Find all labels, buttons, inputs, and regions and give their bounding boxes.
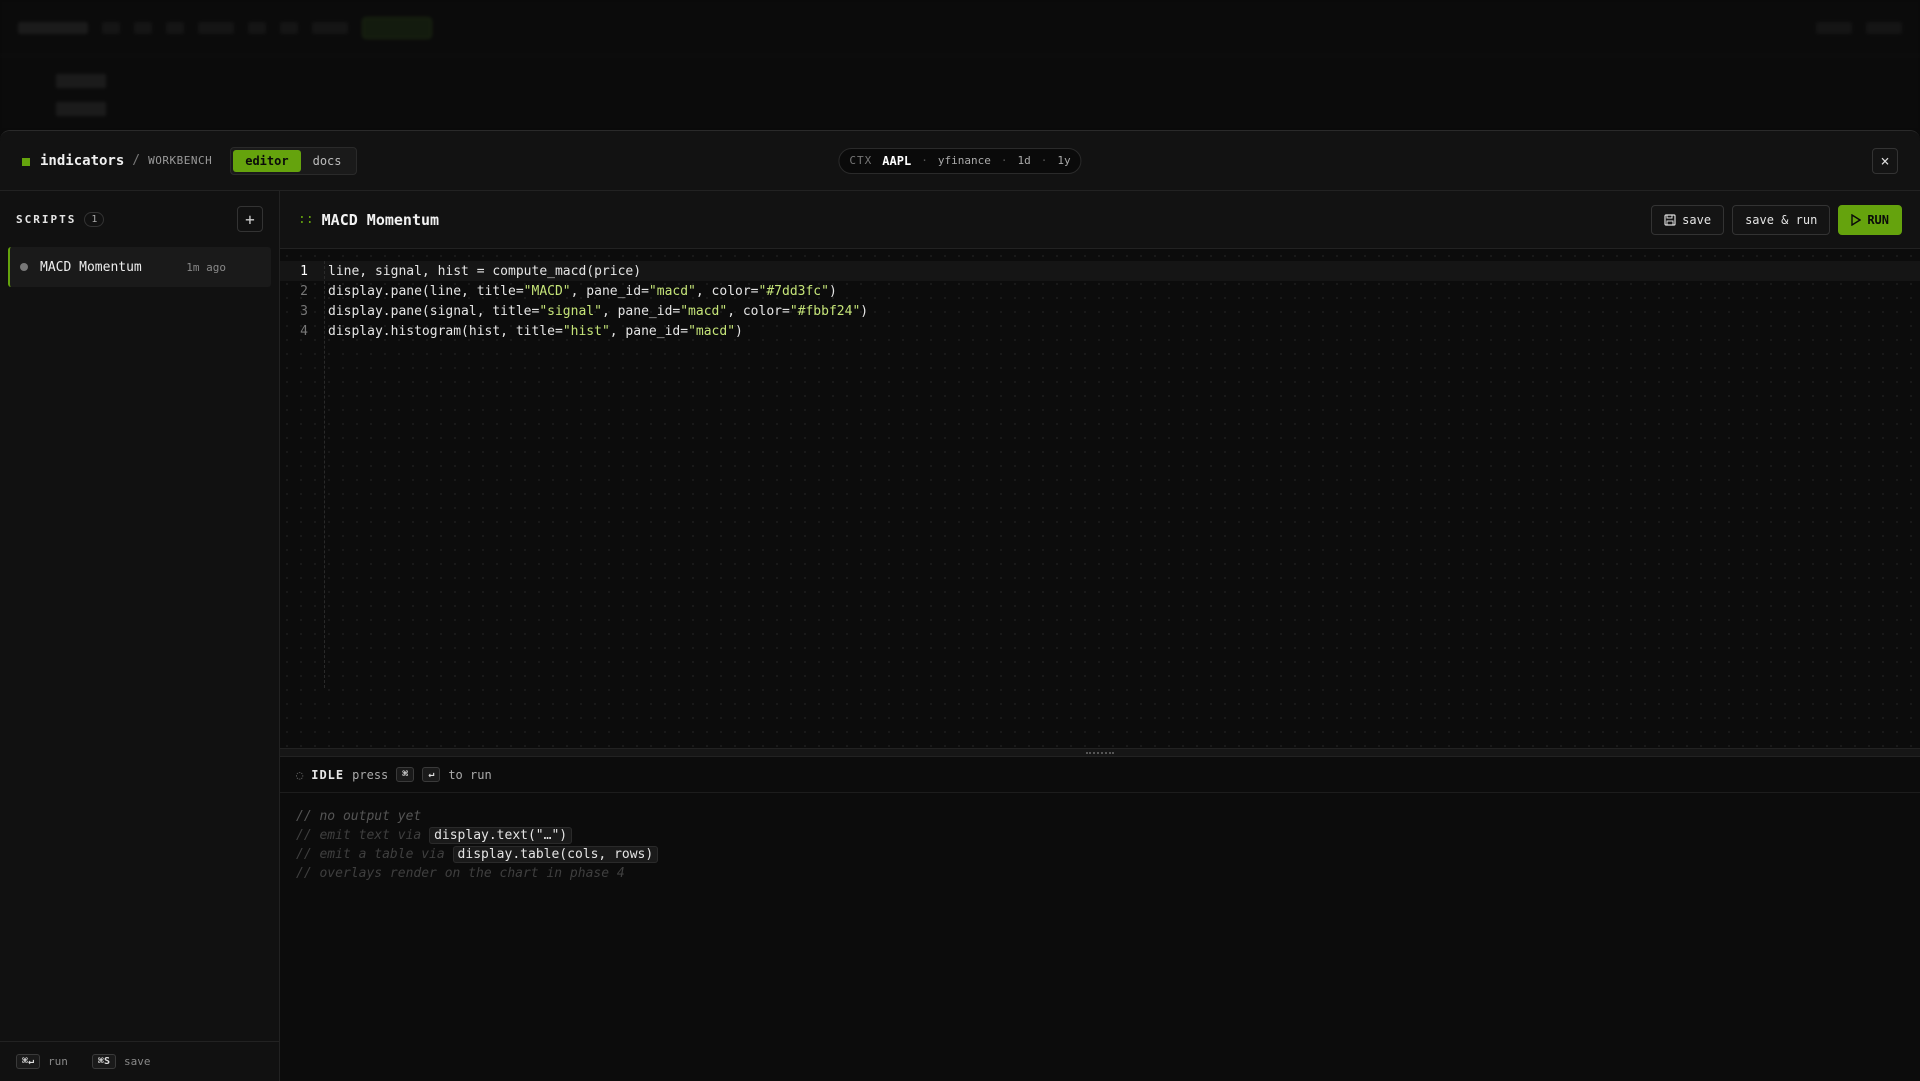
- panel-resize-handle[interactable]: [280, 749, 1920, 757]
- background-chip: [1816, 21, 1852, 34]
- script-name: MACD Momentum: [40, 259, 142, 275]
- modal-header: indicators / WORKBENCH editor docs CTX A…: [0, 131, 1920, 191]
- context-symbol: AAPL: [882, 153, 912, 168]
- background-chip: [280, 21, 298, 34]
- cmd-key: ⌘: [396, 767, 415, 782]
- console-line: // overlays render on the chart in phase…: [296, 866, 625, 881]
- console-line: // no output yet: [296, 809, 422, 824]
- code-line[interactable]: 2 display.pane(line, title="MACD", pane_…: [280, 281, 1920, 301]
- plus-icon: +: [245, 209, 255, 229]
- script-item[interactable]: MACD Momentum 1m ago: [8, 247, 271, 287]
- console-header: ◌ IDLE press ⌘ ↵ to run: [280, 757, 1920, 793]
- tab-editor[interactable]: editor: [233, 149, 301, 172]
- background-label: [56, 102, 106, 116]
- brand-icon: [22, 157, 30, 166]
- inline-code: display.text("…"): [429, 827, 573, 844]
- background-chip: [1866, 21, 1902, 34]
- save-run-label: save & run: [1745, 212, 1818, 227]
- line-number: 1: [300, 263, 308, 279]
- background-chip: [198, 21, 234, 34]
- code-line[interactable]: 3 display.pane(signal, title="signal", p…: [280, 301, 1920, 321]
- sidebar-header: SCRIPTS 1 +: [0, 191, 279, 247]
- console-hint: press: [352, 767, 389, 782]
- spinner-icon: ◌: [296, 767, 304, 782]
- save-label: save: [1682, 212, 1712, 227]
- run-status: IDLE: [311, 767, 345, 782]
- scripts-sidebar: SCRIPTS 1 + MACD Momentum 1m ago ⌘↵ run …: [0, 191, 280, 1081]
- brand-subtitle: WORKBENCH: [148, 154, 213, 167]
- context-pill: CTX AAPL · yfinance · 1d · 1y: [838, 147, 1082, 174]
- save-button[interactable]: save: [1651, 204, 1725, 235]
- run-label: RUN: [1867, 212, 1889, 227]
- code-text: display.pane(line, title="MACD", pane_id…: [328, 283, 837, 299]
- code-line[interactable]: 4 display.histogram(hist, title="hist", …: [280, 321, 1920, 341]
- view-tabs: editor docs: [230, 146, 357, 175]
- background-chip: [102, 21, 120, 34]
- scripts-count-badge: 1: [84, 211, 105, 227]
- editor-header: :: MACD Momentum save save & run RUN: [280, 191, 1920, 249]
- background-logo: [18, 21, 88, 34]
- code-text: display.pane(signal, title="signal", pan…: [328, 303, 869, 319]
- background-app: [0, 0, 1920, 130]
- code-line[interactable]: 1 line, signal, hist = compute_macd(pric…: [280, 261, 1920, 281]
- line-number: 2: [300, 283, 308, 299]
- context-range: 1y: [1057, 154, 1071, 167]
- code-text: display.histogram(hist, title="hist", pa…: [328, 323, 743, 339]
- code-editor[interactable]: 1 line, signal, hist = compute_macd(pric…: [280, 249, 1920, 749]
- run-shortcut-key: ⌘↵: [16, 1054, 41, 1069]
- background-chip: [134, 21, 152, 34]
- modal-body: SCRIPTS 1 + MACD Momentum 1m ago ⌘↵ run …: [0, 191, 1920, 1081]
- editor-main: :: MACD Momentum save save & run RUN 1 l…: [280, 191, 1920, 1081]
- save-shortcut-key: ⌘S: [91, 1054, 116, 1069]
- inline-code: display.table(cols, rows): [452, 846, 659, 863]
- context-label: CTX: [849, 154, 873, 167]
- close-button[interactable]: ×: [1872, 147, 1898, 174]
- console-line: // emit a table via display.table(cols, …: [296, 845, 1904, 864]
- save-icon: [1664, 213, 1676, 226]
- script-status-dot: [20, 263, 28, 271]
- sidebar-footer: ⌘↵ run ⌘S save: [0, 1041, 279, 1081]
- background-chip: [312, 21, 348, 34]
- context-interval: 1d: [1017, 154, 1031, 167]
- play-icon: [1851, 213, 1862, 226]
- background-chip: [166, 21, 184, 34]
- workbench-modal: indicators / WORKBENCH editor docs CTX A…: [0, 130, 1920, 1081]
- script-title: MACD Momentum: [321, 210, 440, 229]
- close-icon: ×: [1880, 151, 1890, 170]
- background-topbar: [0, 0, 1920, 56]
- console-line-prefix: // emit a table via: [296, 847, 445, 862]
- drag-handle-icon: ::: [298, 212, 314, 227]
- output-console: ◌ IDLE press ⌘ ↵ to run // no output yet…: [280, 757, 1920, 1081]
- code-text: line, signal, hist = compute_macd(price): [328, 263, 642, 279]
- context-dot: ·: [1040, 154, 1048, 167]
- context-dot: ·: [1000, 154, 1008, 167]
- line-number: 3: [300, 303, 308, 319]
- context-source: yfinance: [937, 154, 991, 167]
- brand-separator: /: [132, 153, 141, 168]
- run-shortcut-label: run: [48, 1055, 68, 1068]
- context-dot: ·: [921, 154, 928, 167]
- editor-actions: save save & run RUN: [1651, 204, 1902, 235]
- brand-name: indicators: [40, 152, 125, 169]
- background-chip: [362, 16, 432, 39]
- console-line-prefix: // emit text via: [296, 828, 422, 843]
- save-and-run-button[interactable]: save & run: [1732, 204, 1831, 235]
- add-script-button[interactable]: +: [237, 206, 263, 232]
- gutter-guide: [324, 261, 325, 688]
- tab-docs[interactable]: docs: [301, 150, 354, 172]
- enter-key: ↵: [422, 767, 441, 782]
- console-line: // emit text via display.text("…"): [296, 826, 1904, 845]
- background-chip: [248, 21, 266, 34]
- line-number: 4: [300, 323, 308, 339]
- console-output: // no output yet // emit text via displa…: [280, 793, 1920, 897]
- background-label: [56, 74, 106, 88]
- run-button[interactable]: RUN: [1838, 204, 1902, 235]
- sidebar-title: SCRIPTS: [16, 212, 77, 226]
- script-time: 1m ago: [186, 260, 226, 274]
- console-hint-suffix: to run: [448, 767, 492, 782]
- save-shortcut-label: save: [123, 1055, 151, 1068]
